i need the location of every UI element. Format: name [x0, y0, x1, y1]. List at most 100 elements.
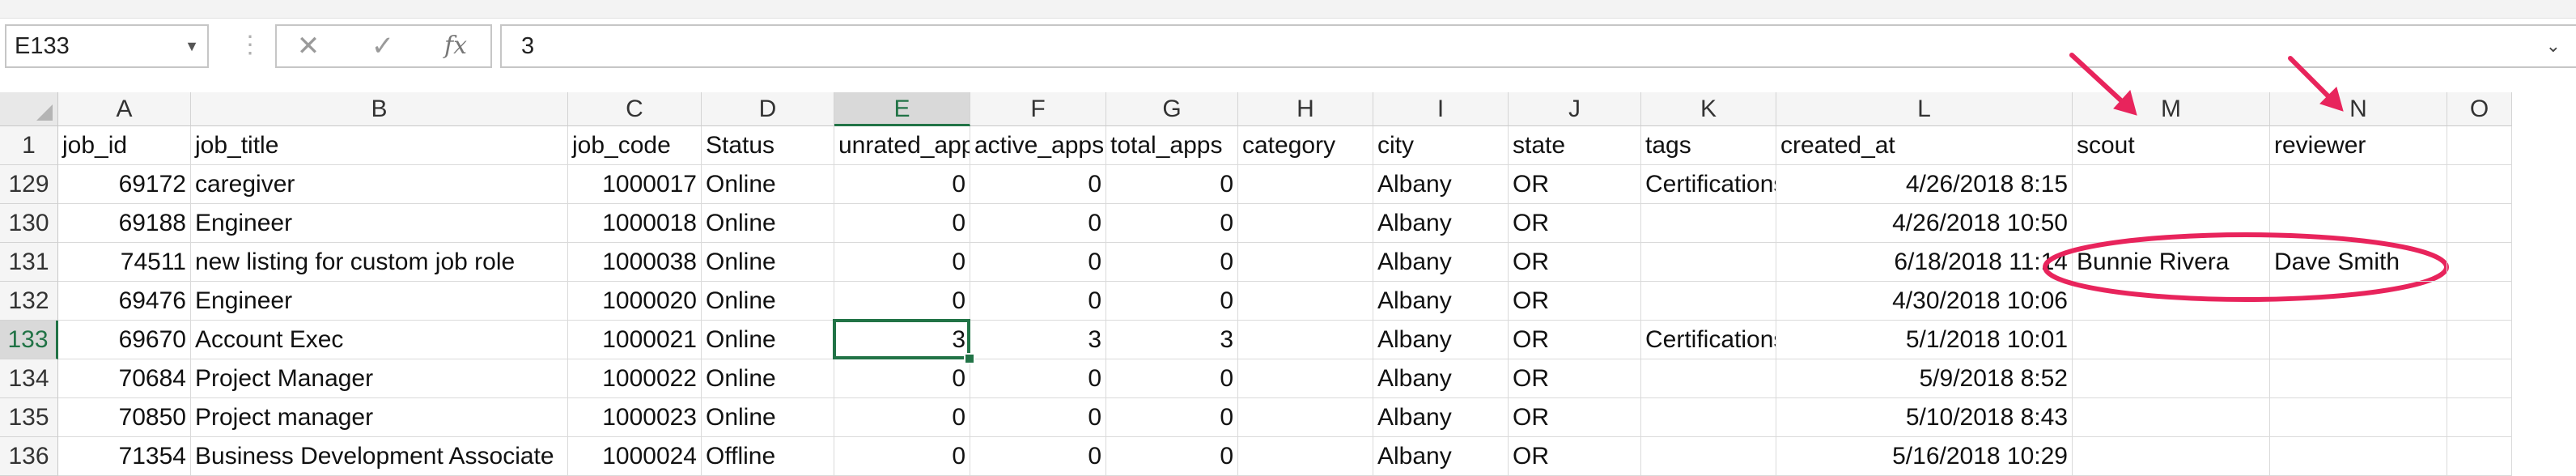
cell-d1[interactable]: Status [702, 126, 834, 165]
cell-a135[interactable]: 70850 [58, 398, 191, 437]
cell-n132[interactable] [2270, 282, 2447, 321]
cell-f131[interactable]: 0 [970, 243, 1106, 282]
cell-g131[interactable]: 0 [1106, 243, 1238, 282]
cell-o1[interactable] [2447, 126, 2512, 165]
cell-g132[interactable]: 0 [1106, 282, 1238, 321]
cell-l135[interactable]: 5/10/2018 8:43 [1776, 398, 2073, 437]
cell-l130[interactable]: 4/26/2018 10:50 [1776, 204, 2073, 243]
cell-f130[interactable]: 0 [970, 204, 1106, 243]
cell-n134[interactable] [2270, 359, 2447, 398]
cell-e130[interactable]: 0 [834, 204, 970, 243]
cell-g135[interactable]: 0 [1106, 398, 1238, 437]
confirm-icon[interactable]: ✓ [354, 26, 411, 66]
cell-j135[interactable]: OR [1509, 398, 1641, 437]
cell-f1[interactable]: active_apps [970, 126, 1106, 165]
cell-d130[interactable]: Online [702, 204, 834, 243]
cell-a129[interactable]: 69172 [58, 165, 191, 204]
cell-l133[interactable]: 5/1/2018 10:01 [1776, 321, 2073, 359]
cell-e1[interactable]: unrated_apps [834, 126, 970, 165]
name-box[interactable]: E133 ▼ [5, 24, 209, 68]
cell-c135[interactable]: 1000023 [568, 398, 702, 437]
cell-k133[interactable]: Certifications [1641, 321, 1776, 359]
column-header-j[interactable]: J [1509, 92, 1641, 126]
column-header-a[interactable]: A [58, 92, 191, 126]
cell-a131[interactable]: 74511 [58, 243, 191, 282]
column-header-h[interactable]: H [1238, 92, 1373, 126]
row-header-130[interactable]: 130 [0, 204, 58, 243]
cell-c130[interactable]: 1000018 [568, 204, 702, 243]
cell-b134[interactable]: Project Manager [191, 359, 568, 398]
cell-m131[interactable]: Bunnie Rivera [2073, 243, 2270, 282]
column-header-d[interactable]: D [702, 92, 834, 126]
cell-a134[interactable]: 70684 [58, 359, 191, 398]
cell-m130[interactable] [2073, 204, 2270, 243]
column-header-c[interactable]: C [568, 92, 702, 126]
row-header-135[interactable]: 135 [0, 398, 58, 437]
cell-c136[interactable]: 1000024 [568, 437, 702, 476]
cell-l131[interactable]: 6/18/2018 11:14 [1776, 243, 2073, 282]
cell-a130[interactable]: 69188 [58, 204, 191, 243]
cell-o134[interactable] [2447, 359, 2512, 398]
cell-f133[interactable]: 3 [970, 321, 1106, 359]
column-header-g[interactable]: G [1106, 92, 1238, 126]
column-header-l[interactable]: L [1776, 92, 2073, 126]
cell-b135[interactable]: Project manager [191, 398, 568, 437]
cell-f129[interactable]: 0 [970, 165, 1106, 204]
cell-k129[interactable]: Certifications [1641, 165, 1776, 204]
cell-o136[interactable] [2447, 437, 2512, 476]
spreadsheet-grid[interactable]: A B C D E F G H I J K L M N O 1 job_id job_title job_code S… [0, 92, 2576, 476]
cell-e136[interactable]: 0 [834, 437, 970, 476]
cell-o129[interactable] [2447, 165, 2512, 204]
cell-o131[interactable] [2447, 243, 2512, 282]
cell-d136[interactable]: Offline [702, 437, 834, 476]
cell-d134[interactable]: Online [702, 359, 834, 398]
cell-d131[interactable]: Online [702, 243, 834, 282]
cell-b1[interactable]: job_title [191, 126, 568, 165]
cell-j129[interactable]: OR [1509, 165, 1641, 204]
cell-h131[interactable] [1238, 243, 1373, 282]
cell-l136[interactable]: 5/16/2018 10:29 [1776, 437, 2073, 476]
cell-o132[interactable] [2447, 282, 2512, 321]
cell-j133[interactable]: OR [1509, 321, 1641, 359]
cell-e134[interactable]: 0 [834, 359, 970, 398]
cell-h130[interactable] [1238, 204, 1373, 243]
cell-i136[interactable]: Albany [1373, 437, 1509, 476]
cell-b129[interactable]: caregiver [191, 165, 568, 204]
cell-g136[interactable]: 0 [1106, 437, 1238, 476]
cell-j131[interactable]: OR [1509, 243, 1641, 282]
cell-e129[interactable]: 0 [834, 165, 970, 204]
insert-function-icon[interactable]: fx [427, 26, 484, 66]
cell-j130[interactable]: OR [1509, 204, 1641, 243]
cell-o130[interactable] [2447, 204, 2512, 243]
cell-c133[interactable]: 1000021 [568, 321, 702, 359]
cell-n133[interactable] [2270, 321, 2447, 359]
cell-d135[interactable]: Online [702, 398, 834, 437]
cell-h132[interactable] [1238, 282, 1373, 321]
formula-input[interactable]: 3 ⌄ [500, 24, 2576, 68]
cell-i132[interactable]: Albany [1373, 282, 1509, 321]
cell-m134[interactable] [2073, 359, 2270, 398]
cell-c132[interactable]: 1000020 [568, 282, 702, 321]
row-header-133[interactable]: 133 [0, 321, 58, 359]
cell-i134[interactable]: Albany [1373, 359, 1509, 398]
cell-d132[interactable]: Online [702, 282, 834, 321]
row-header-134[interactable]: 134 [0, 359, 58, 398]
cell-k130[interactable] [1641, 204, 1776, 243]
cell-f134[interactable]: 0 [970, 359, 1106, 398]
cell-m133[interactable] [2073, 321, 2270, 359]
cell-d133[interactable]: Online [702, 321, 834, 359]
cell-b130[interactable]: Engineer [191, 204, 568, 243]
row-header-131[interactable]: 131 [0, 243, 58, 282]
row-header-136[interactable]: 136 [0, 437, 58, 476]
cell-n130[interactable] [2270, 204, 2447, 243]
cell-b132[interactable]: Engineer [191, 282, 568, 321]
row-header-1[interactable]: 1 [0, 126, 58, 165]
cell-f132[interactable]: 0 [970, 282, 1106, 321]
cell-c134[interactable]: 1000022 [568, 359, 702, 398]
cell-k131[interactable] [1641, 243, 1776, 282]
cell-m1[interactable]: scout [2073, 126, 2270, 165]
cell-l132[interactable]: 4/30/2018 10:06 [1776, 282, 2073, 321]
cell-d129[interactable]: Online [702, 165, 834, 204]
column-header-m[interactable]: M [2073, 92, 2270, 126]
expand-formula-bar-icon[interactable]: ⌄ [2546, 26, 2561, 66]
